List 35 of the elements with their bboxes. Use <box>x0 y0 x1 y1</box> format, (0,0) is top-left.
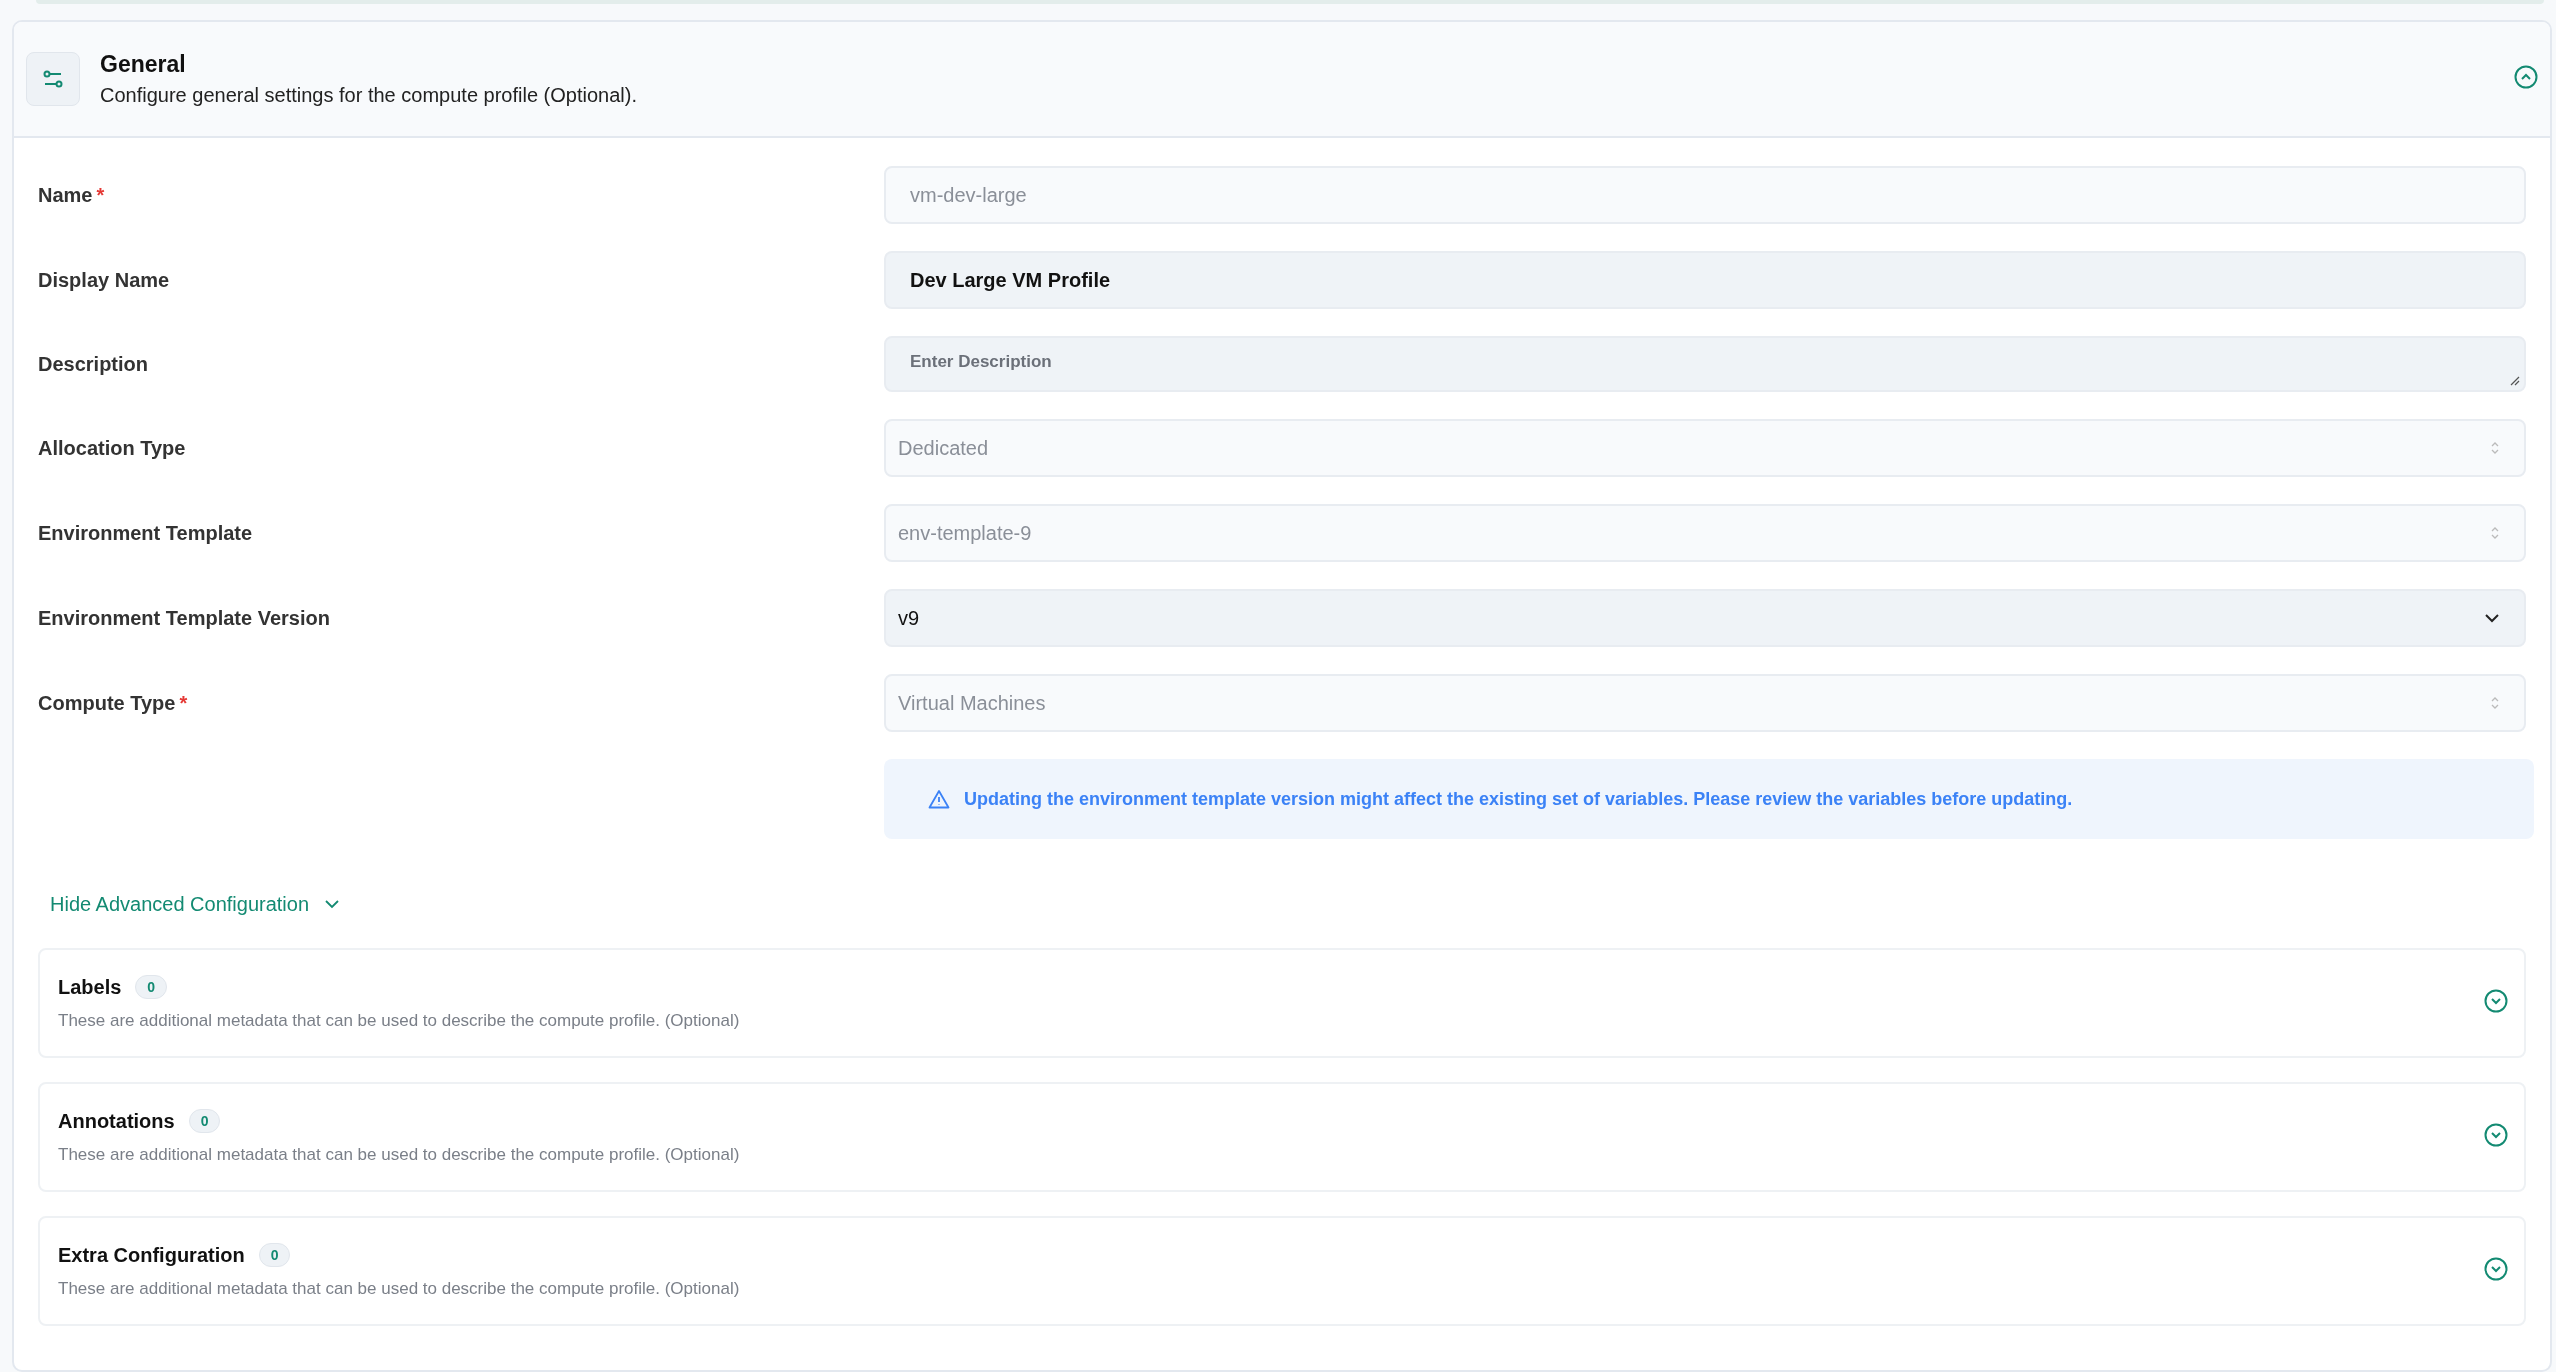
select-field[interactable]: v9 <box>884 589 2526 647</box>
expand-icon[interactable] <box>2484 989 2508 1013</box>
count-badge: 0 <box>135 975 168 999</box>
field-label: Environment Template <box>38 521 254 545</box>
card-description: These are additional metadata that can be used to describe the compute profile. (Optional) <box>58 1279 741 1299</box>
section-title: General <box>100 51 187 78</box>
resize-handle-icon[interactable] <box>2508 374 2520 386</box>
stepper-icon <box>2490 695 2500 711</box>
field-label: Description <box>38 352 150 376</box>
sliders-icon <box>26 52 80 106</box>
advanced-toggle[interactable]: Hide Advanced Configuration <box>38 893 352 916</box>
stepper-icon <box>2490 440 2500 456</box>
expand-icon[interactable] <box>2484 1257 2508 1281</box>
warning-icon <box>928 789 950 809</box>
expand-icon[interactable] <box>2484 1123 2508 1147</box>
stepper-icon <box>2490 525 2500 541</box>
count-badge: 0 <box>188 1109 221 1133</box>
chevron-down-icon <box>325 900 340 909</box>
card-title: Annotations <box>58 1109 175 1133</box>
field-label: Display Name <box>38 268 171 292</box>
field-label: Name * <box>38 183 106 207</box>
alert-message: Updating the environment template version might affect the existing set of variables. Please review the variables before updating. <box>964 788 2073 810</box>
collapse-icon[interactable] <box>2514 65 2538 89</box>
card-title: Extra Configuration <box>58 1243 245 1267</box>
chevron-down-icon <box>2484 613 2500 623</box>
card-description: These are additional metadata that can be used to describe the compute profile. (Optional) <box>58 1011 741 1031</box>
text-input-field[interactable]: Dev Large VM Profile <box>884 251 2526 309</box>
field-label: Allocation Type <box>38 436 187 460</box>
count-badge: 0 <box>258 1243 291 1267</box>
description-textarea[interactable]: Enter Description <box>884 336 2526 392</box>
field-label: Environment Template Version <box>38 606 331 630</box>
section-subtitle: Configure general settings for the compute profile (Optional). <box>100 84 638 107</box>
card-title: Labels <box>58 975 122 999</box>
card-description: These are additional metadata that can be used to describe the compute profile. (Optional) <box>58 1145 741 1165</box>
field-label: Compute Type * <box>38 691 189 715</box>
